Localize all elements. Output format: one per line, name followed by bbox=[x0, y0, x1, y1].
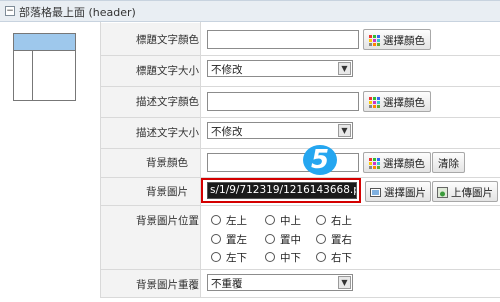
row-divider bbox=[100, 269, 500, 270]
title-color-input[interactable] bbox=[207, 30, 359, 49]
position-top-left-radio[interactable]: 左上 bbox=[211, 213, 247, 228]
bg-repeat-select[interactable]: 不重覆 ▼ bbox=[207, 274, 353, 291]
title-choose-color-button[interactable]: 選擇顏色 bbox=[363, 29, 431, 50]
upload-icon bbox=[437, 187, 448, 198]
radio-icon[interactable] bbox=[316, 234, 326, 244]
radio-label: 右下 bbox=[331, 252, 352, 264]
radio-label: 左下 bbox=[226, 252, 247, 264]
radio-icon[interactable] bbox=[316, 252, 326, 262]
bg-position-label: 背景圖片位置 bbox=[136, 215, 199, 227]
chevron-down-icon[interactable]: ▼ bbox=[338, 124, 351, 137]
position-middle-left-radio[interactable]: 置左 bbox=[211, 232, 247, 247]
step-number-badge: 5 bbox=[303, 145, 337, 175]
button-label: 選擇顏色 bbox=[383, 97, 425, 109]
palette-icon bbox=[369, 158, 380, 169]
radio-label: 右上 bbox=[331, 215, 352, 227]
bg-choose-color-button[interactable]: 選擇顏色 bbox=[363, 152, 431, 173]
radio-icon[interactable] bbox=[211, 234, 221, 244]
bg-image-label: 背景圖片 bbox=[146, 186, 188, 198]
thumbnail-header-area bbox=[14, 34, 75, 51]
row-divider bbox=[100, 55, 500, 56]
radio-icon[interactable] bbox=[316, 215, 326, 225]
title-color-label: 標題文字顏色 bbox=[136, 34, 199, 46]
radio-label: 中下 bbox=[280, 252, 301, 264]
upload-image-button[interactable]: 上傳圖片 bbox=[432, 181, 498, 202]
radio-icon[interactable] bbox=[265, 215, 275, 225]
position-top-center-radio[interactable]: 中上 bbox=[265, 213, 301, 228]
radio-label: 置左 bbox=[226, 234, 247, 246]
row-divider bbox=[100, 148, 500, 149]
button-label: 選擇顏色 bbox=[383, 35, 425, 47]
desc-size-select[interactable]: 不修改 ▼ bbox=[207, 122, 353, 139]
position-bottom-right-radio[interactable]: 右下 bbox=[316, 250, 352, 265]
layout-thumbnail bbox=[13, 33, 76, 101]
highlight-box bbox=[201, 178, 361, 203]
image-icon bbox=[370, 188, 381, 197]
bg-color-label: 背景顏色 bbox=[146, 157, 188, 169]
thumbnail-divider bbox=[32, 51, 33, 100]
position-middle-center-radio[interactable]: 置中 bbox=[265, 232, 301, 247]
palette-icon bbox=[369, 97, 380, 108]
choose-image-button[interactable]: 選擇圖片 bbox=[365, 181, 431, 202]
column-divider bbox=[200, 22, 201, 297]
chevron-down-icon[interactable]: ▼ bbox=[338, 276, 351, 289]
radio-label: 置右 bbox=[331, 234, 352, 246]
position-top-right-radio[interactable]: 右上 bbox=[316, 213, 352, 228]
desc-color-label: 描述文字顏色 bbox=[136, 96, 199, 108]
desc-choose-color-button[interactable]: 選擇顏色 bbox=[363, 91, 431, 112]
position-middle-right-radio[interactable]: 置右 bbox=[316, 232, 352, 247]
button-label: 選擇顏色 bbox=[383, 158, 425, 170]
desc-color-input[interactable] bbox=[207, 92, 359, 111]
chevron-down-icon[interactable]: ▼ bbox=[338, 62, 351, 75]
button-label: 上傳圖片 bbox=[451, 187, 493, 199]
desc-size-label: 描述文字大小 bbox=[136, 127, 199, 139]
select-value: 不修改 bbox=[211, 126, 243, 138]
select-value: 不修改 bbox=[211, 64, 243, 76]
radio-label: 中上 bbox=[280, 215, 301, 227]
position-bottom-left-radio[interactable]: 左下 bbox=[211, 250, 247, 265]
row-divider bbox=[100, 117, 500, 118]
radio-icon[interactable] bbox=[265, 252, 275, 262]
bg-repeat-label: 背景圖片重覆 bbox=[136, 279, 199, 291]
radio-icon[interactable] bbox=[265, 234, 275, 244]
section-title: 部落格最上面 (header) bbox=[19, 6, 136, 19]
column-divider bbox=[100, 22, 101, 297]
row-divider bbox=[100, 86, 500, 87]
collapse-icon[interactable]: − bbox=[5, 6, 15, 16]
radio-icon[interactable] bbox=[211, 252, 221, 262]
radio-label: 置中 bbox=[280, 234, 301, 246]
palette-icon bbox=[369, 35, 380, 46]
clear-button[interactable]: 清除 bbox=[432, 152, 465, 173]
title-size-select[interactable]: 不修改 ▼ bbox=[207, 60, 353, 77]
row-divider bbox=[100, 297, 500, 298]
row-divider bbox=[100, 205, 500, 206]
radio-label: 左上 bbox=[226, 215, 247, 227]
position-bottom-center-radio[interactable]: 中下 bbox=[265, 250, 301, 265]
button-label: 選擇圖片 bbox=[384, 187, 426, 199]
section-header[interactable]: − 部落格最上面 (header) bbox=[0, 0, 500, 22]
title-size-label: 標題文字大小 bbox=[136, 65, 199, 77]
radio-icon[interactable] bbox=[211, 215, 221, 225]
select-value: 不重覆 bbox=[211, 278, 243, 290]
